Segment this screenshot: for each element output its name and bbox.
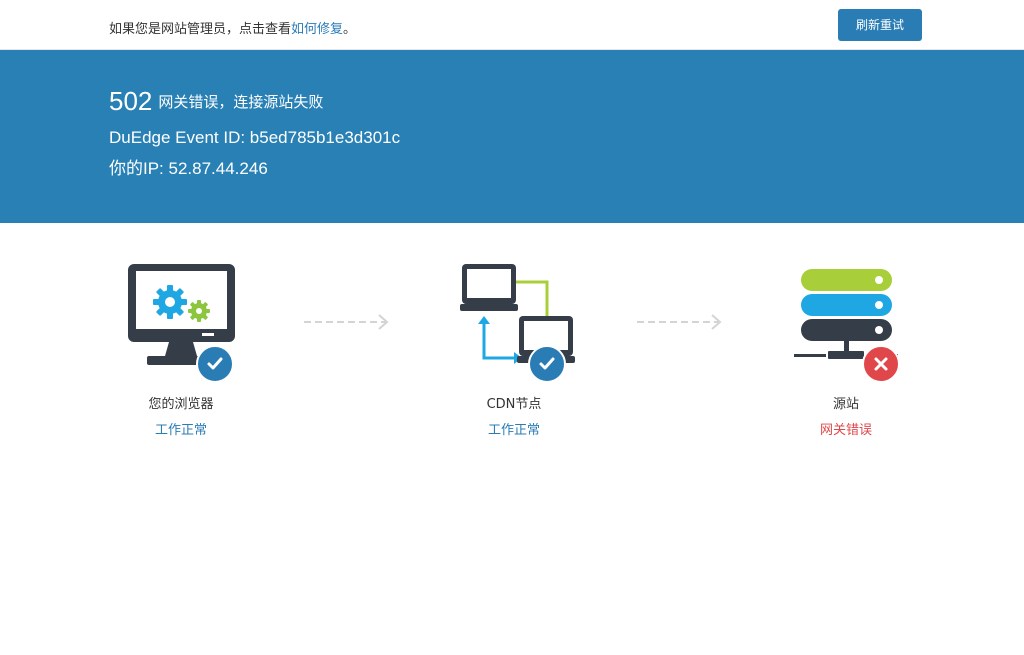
browser-node: 您的浏览器 工作正常 — [101, 258, 261, 440]
origin-node: 源站 网关错误 — [766, 258, 926, 440]
cdn-node-name: CDN节点 — [486, 397, 542, 412]
error-code: 502 — [109, 86, 153, 116]
cdn-node: CDN节点 工作正常 — [434, 258, 594, 440]
server-stack-icon — [794, 269, 900, 383]
check-icon — [196, 345, 234, 383]
origin-node-name: 源站 — [832, 397, 859, 412]
admin-notice: 如果您是网站管理员，点击查看如何修复。 — [109, 18, 356, 37]
small-gear-icon — [188, 300, 210, 322]
refresh-retry-button[interactable]: 刷新重试 — [838, 9, 922, 41]
error-title: 502 网关错误，连接源站失败 — [109, 86, 323, 117]
cdn-node-status: 工作正常 — [487, 423, 540, 438]
error-message: 网关错误，连接源站失败 — [158, 93, 324, 111]
client-ip: 你的IP: 52.87.44.246 — [109, 159, 268, 178]
browser-node-name: 您的浏览器 — [148, 397, 214, 412]
gear-icon — [153, 285, 187, 319]
flow-arrow-icon — [637, 314, 722, 330]
origin-node-status: 网关错误 — [819, 423, 872, 438]
admin-notice-text: 如果您是网站管理员，点击查看 — [109, 22, 292, 37]
error-x-icon — [862, 345, 900, 383]
browser-monitor-icon — [128, 264, 235, 383]
cdn-network-icon — [460, 264, 575, 383]
event-id: DuEdge Event ID: b5ed785b1e3d301c — [109, 128, 401, 147]
browser-node-status: 工作正常 — [154, 423, 207, 438]
admin-notice-suffix: 。 — [343, 22, 357, 37]
top-bar: 如果您是网站管理员，点击查看如何修复。 刷新重试 — [0, 0, 1024, 50]
check-icon — [528, 345, 566, 383]
how-to-fix-link[interactable]: 如何修复 — [291, 22, 343, 37]
flow-arrow-icon — [304, 314, 389, 330]
error-banner: 502 网关错误，连接源站失败 DuEdge Event ID: b5ed785b… — [0, 50, 1024, 223]
